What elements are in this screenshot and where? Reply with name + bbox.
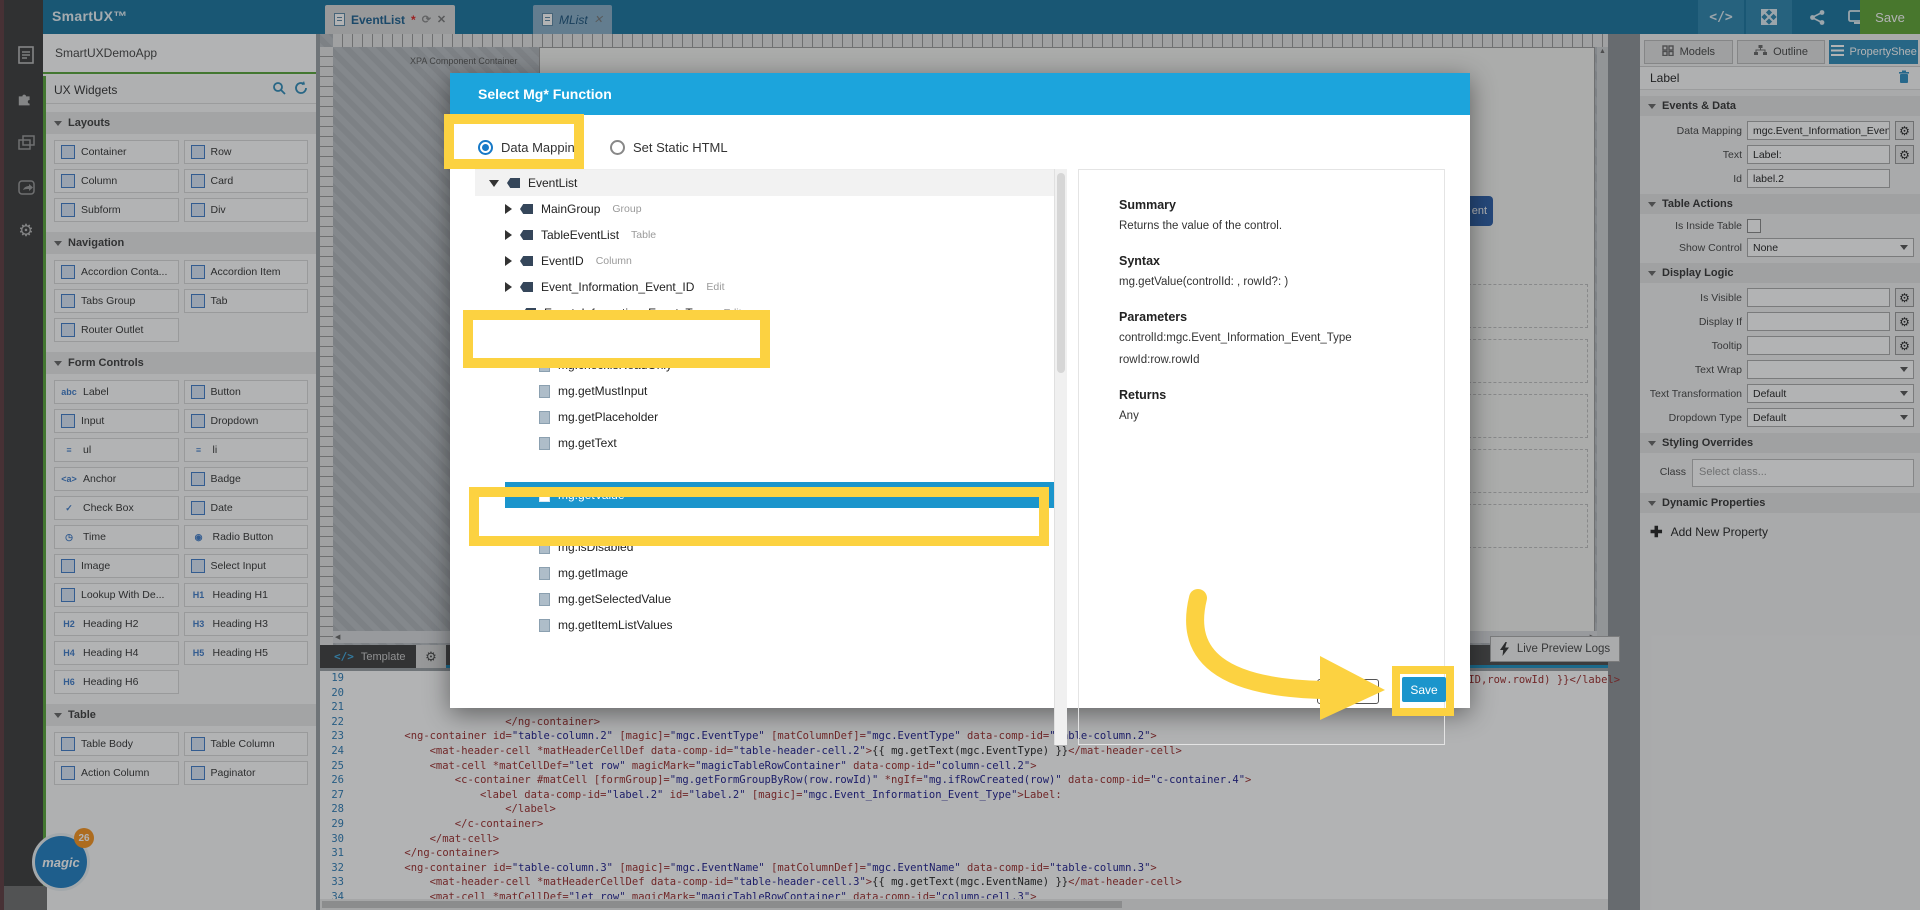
function-label: mg.checkIsReadOnly	[558, 358, 673, 372]
tag-icon	[520, 282, 533, 292]
tree-node-type: Group	[612, 203, 642, 215]
function-label: mg.getItemListValues	[558, 618, 673, 632]
smartux-designer: SmartUX™ EventList * ⟳ ✕ MList ✕ </> Save	[0, 0, 1920, 910]
function-doc-icon	[539, 592, 550, 606]
function-label: mg.getValue	[558, 488, 625, 502]
tree-node-type: Table	[631, 229, 657, 241]
returns-title: Returns	[1119, 388, 1167, 402]
tag-icon	[523, 308, 536, 318]
function-item-mg-getText[interactable]: mg.getText	[475, 430, 1063, 456]
radio-unselected-icon	[609, 139, 625, 155]
function-doc-icon	[539, 488, 550, 502]
syntax-title: Syntax	[1119, 254, 1160, 268]
function-label: mg.isDisabled	[558, 540, 634, 554]
function-doc-icon	[539, 618, 550, 632]
function-label: mg.getSelectedValue	[558, 592, 672, 606]
dialog-title: Select Mg* Function	[450, 73, 1470, 115]
function-doc-icon	[539, 436, 550, 450]
summary-title: Summary	[1119, 198, 1176, 212]
parameters-title: Parameters	[1119, 310, 1188, 324]
function-item-mg-getValue[interactable]: mg.getValue	[505, 482, 1063, 508]
function-doc-icon	[539, 540, 550, 554]
select-mg-function-dialog: Select Mg* Function Data Mapping Set Sta…	[450, 73, 1470, 745]
function-label: mg.getMustInput	[558, 384, 648, 398]
function-item-mg-getSelectedValue[interactable]: mg.getSelectedValue	[475, 586, 1063, 612]
chevron-collapsed-icon	[505, 204, 512, 214]
data-mapping-radio[interactable]: Data Mapping	[478, 139, 582, 155]
function-doc-icon	[539, 566, 550, 580]
function-item-mg-isDisabled[interactable]: mg.isDisabled	[475, 534, 1063, 560]
tree-node-event_information_event_id[interactable]: Event_Information_Event_ID Edit	[475, 274, 1063, 300]
function-doc-icon	[539, 384, 550, 398]
chevron-collapsed-icon	[505, 256, 512, 266]
radio-selected-icon	[478, 139, 493, 155]
chevron-collapsed-icon	[505, 230, 512, 240]
tag-icon	[520, 256, 533, 266]
tree-node-type: Edit	[723, 307, 742, 319]
function-item-hidden[interactable]	[475, 508, 1063, 534]
chevron-expanded-icon	[489, 179, 499, 187]
chevron-expanded-icon	[505, 309, 515, 317]
tree-node-label: TableEventList	[541, 228, 620, 242]
function-label: mg.getPlaceholder	[558, 410, 659, 424]
tag-icon	[520, 204, 533, 214]
tree-node-label: Event_Information_Event_ID	[541, 280, 695, 294]
tree-node-tableeventlist[interactable]: TableEventList Table	[475, 222, 1063, 248]
tree-node-label: EventID	[541, 254, 584, 268]
syntax-text: mg.getValue(controlId: , rowId?: )	[1119, 276, 1289, 288]
summary-text: Returns the value of the control.	[1119, 220, 1283, 232]
function-item-hidden[interactable]	[475, 326, 1063, 352]
tree-node-event_information_event_type[interactable]: Event_Information_Event_Type Edit	[475, 300, 1063, 326]
function-item-mg-getItemListValues[interactable]: mg.getItemListValues	[475, 612, 1063, 638]
function-label: mg.getImage	[558, 566, 629, 580]
function-item-mg-getMustInput[interactable]: mg.getMustInput	[475, 378, 1063, 404]
dialog-save-button[interactable]: Save	[1402, 677, 1446, 702]
tree-node-eventid[interactable]: EventID Column	[475, 248, 1063, 274]
parameter-text: rowId:row.rowId	[1119, 354, 1200, 366]
function-item-hidden[interactable]	[475, 456, 1063, 482]
function-label: mg.getText	[558, 436, 617, 450]
tree-node-type: Edit	[706, 281, 725, 293]
tag-icon	[520, 230, 533, 240]
tree-node-maingroup[interactable]: MainGroup Group	[475, 196, 1063, 222]
parameter-text: controlId:mgc.Event_Information_Event_Ty…	[1119, 332, 1352, 344]
chevron-collapsed-icon	[505, 282, 512, 292]
function-item-mg-getImage[interactable]: mg.getImage	[475, 560, 1063, 586]
set-static-html-radio[interactable]: Set Static HTML	[609, 139, 728, 155]
tree-node-label: MainGroup	[541, 202, 601, 216]
function-doc-icon	[539, 410, 550, 424]
cancel-button[interactable]: Cancel	[1317, 679, 1379, 704]
tag-icon	[507, 178, 520, 188]
tree-scrollbar[interactable]	[1054, 169, 1067, 745]
returns-text: Any	[1119, 410, 1139, 422]
control-function-tree: EventList MainGroup Group TableEventList Tab…	[475, 169, 1063, 745]
function-info-panel: Summary Returns the value of the control…	[1078, 169, 1445, 745]
function-doc-icon	[539, 358, 550, 372]
tree-node-label: Event_Information_Event_Type	[544, 306, 712, 320]
tree-node-type: Column	[595, 255, 632, 267]
tree-node-label: EventList	[528, 176, 578, 190]
function-item-mg-getPlaceholder[interactable]: mg.getPlaceholder	[475, 404, 1063, 430]
function-item-mg-checkIsReadOnly[interactable]: mg.checkIsReadOnly	[475, 352, 1063, 378]
tree-node-root[interactable]: EventList	[475, 170, 1063, 196]
